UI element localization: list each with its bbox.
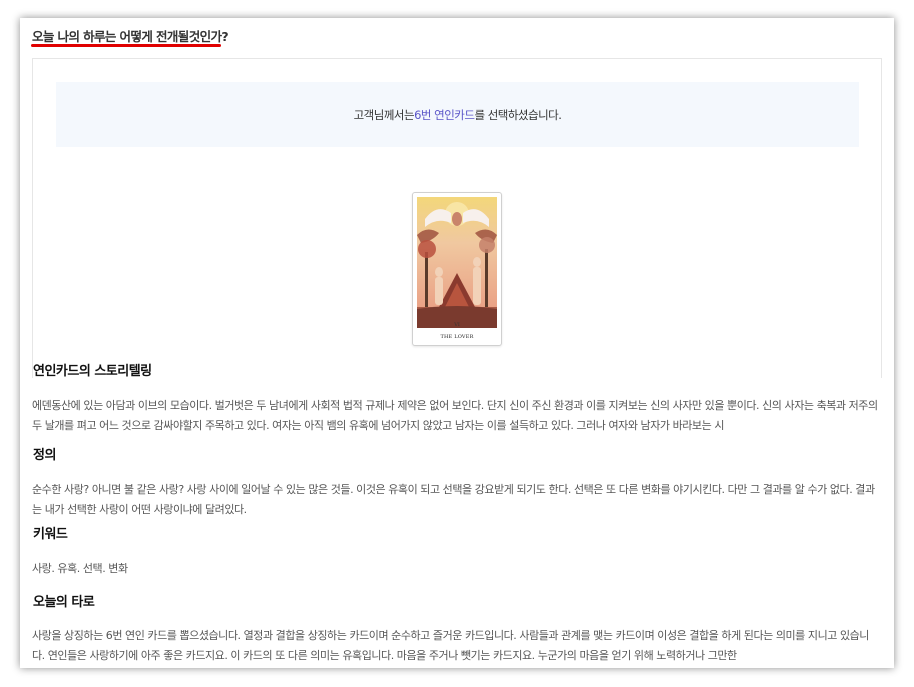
section-text-keywords: 사랑. 유혹. 선택. 변화: [32, 562, 128, 575]
page-title: 오늘 나의 하루는 어떻게 전개될것인가?: [32, 29, 229, 44]
section-heading-definition: 정의: [33, 448, 56, 463]
section-text-storytelling: 에덴동산에 있는 아담과 이브의 모습이다. 벌거벗은 두 남녀에게 사회적 법…: [32, 399, 878, 432]
card-numeral: VI: [454, 322, 460, 328]
tarot-card[interactable]: VI THE LOVER: [412, 192, 502, 346]
section-text-definition: 순수한 사랑? 아니면 불 같은 사랑? 사랑 사이에 일어날 수 있는 많은 …: [32, 483, 875, 516]
section-heading-keywords: 키워드: [33, 527, 68, 542]
section-text-today-tarot: 사랑을 상징하는 6번 연인 카드를 뽑으셨습니다. 열정과 결합을 상징하는 …: [32, 629, 869, 662]
notice-suffix: 를 선택하셨습니다.: [474, 107, 562, 122]
card-name: THE LOVER: [440, 334, 474, 340]
section-heading-storytelling: 연인카드의 스토리텔링: [33, 364, 152, 379]
notice-prefix: 고객님께서는: [353, 107, 415, 122]
lovers-tarot-card-image: [417, 197, 497, 328]
content-frame: 오늘 나의 하루는 어떻게 전개될것인가? 고객님께서는 6번 연인카드 를 선택…: [20, 18, 894, 668]
selection-notice: 고객님께서는 6번 연인카드 를 선택하셨습니다.: [56, 82, 859, 147]
title-underline: [31, 44, 221, 47]
card-selection-box: 고객님께서는 6번 연인카드 를 선택하셨습니다. VI THE LOVER: [32, 58, 882, 378]
selected-card-link[interactable]: 6번 연인카드: [414, 107, 475, 123]
section-heading-today-tarot: 오늘의 타로: [33, 595, 95, 610]
